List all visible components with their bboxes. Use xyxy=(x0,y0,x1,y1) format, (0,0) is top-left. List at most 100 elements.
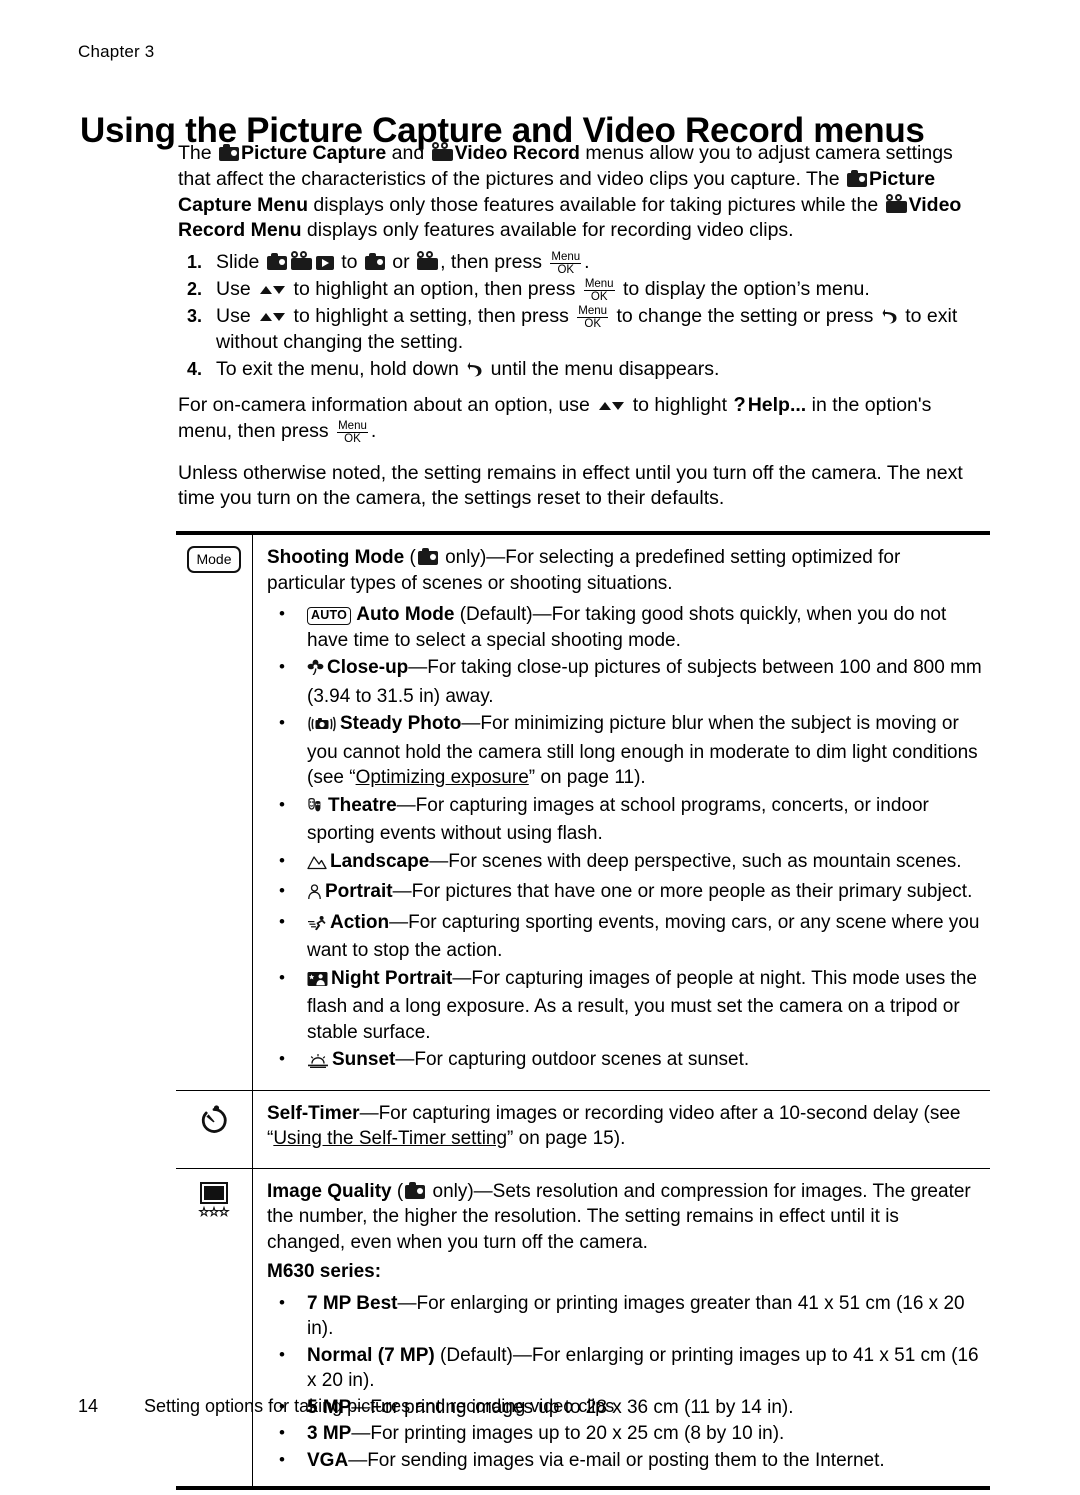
list-item-portrait: Portrait—For pictures that have one or m… xyxy=(267,878,982,908)
step-4: 4. To exit the menu, hold down until the… xyxy=(178,357,990,383)
body-column: The Picture Capture and Video Record men… xyxy=(178,141,990,518)
step-4-number: 4. xyxy=(186,358,202,379)
list-item-sunset: Sunset—For capturing outdoor scenes at s… xyxy=(267,1046,982,1076)
sunset-text: —For capturing outdoor scenes at sunset. xyxy=(395,1049,750,1070)
image-quality-suffix-a: ( xyxy=(391,1180,404,1202)
menu-ok-button-icon: Menu OK xyxy=(583,278,615,303)
night-portrait-icon xyxy=(307,969,328,995)
table-row-image-quality: Image Quality ( only)—Sets resolution an… xyxy=(176,1168,990,1487)
step-3-text-c: to change the setting or press xyxy=(611,305,879,328)
back-arrow-icon xyxy=(881,307,898,324)
optimizing-exposure-link[interactable]: Optimizing exposure xyxy=(356,767,529,788)
close-up-flower-icon xyxy=(307,658,324,684)
self-timer-setting-link[interactable]: Using the Self-Timer setting xyxy=(273,1128,507,1149)
question-mark-icon: ? xyxy=(733,393,746,416)
step-2-number: 2. xyxy=(186,279,202,300)
picture-capture-icon xyxy=(219,144,240,161)
auto-badge-icon: AUTO xyxy=(307,606,351,625)
video-record-menu-icon xyxy=(885,193,907,213)
step-1-text-e: . xyxy=(584,251,590,274)
image-quality-body: Image Quality ( only)—Sets resolution an… xyxy=(253,1169,990,1487)
table-row-self-timer: Self-Timer—For capturing images or recor… xyxy=(176,1090,990,1169)
camera-icon xyxy=(364,253,385,271)
image-quality-title: Image Quality xyxy=(267,1180,392,1202)
quality-7mp-best-text: —For enlarging or printing images greate… xyxy=(307,1292,965,1340)
footer-text: Setting options for taking pictures and … xyxy=(144,1396,615,1416)
step-2-text-c: to display the option’s menu. xyxy=(617,278,870,301)
steady-photo-name: Steady Photo xyxy=(340,713,462,734)
action-name: Action xyxy=(330,911,390,933)
auto-mode-name: Auto Mode xyxy=(356,604,455,625)
procedure-steps: 1. Slide to or , then press Menu OK. 2. U… xyxy=(178,250,990,383)
step-1-text-c: or xyxy=(386,251,416,274)
footer-page-number: 14 xyxy=(78,1396,99,1416)
menu-ok-bottom: OK xyxy=(584,318,601,331)
intro-paragraph: The Picture Capture and Video Record men… xyxy=(178,141,990,244)
portrait-text: —For pictures that have one or more peop… xyxy=(392,881,973,902)
defaults-paragraph: Unless otherwise noted, the setting rema… xyxy=(178,461,963,510)
theatre-text: —For capturing images at school programs… xyxy=(307,794,929,845)
action-text: —For capturing sporting events, moving c… xyxy=(307,911,980,962)
up-down-arrows-icon xyxy=(597,394,625,410)
sunset-name: Sunset xyxy=(332,1049,396,1070)
help-text-b: to highlight xyxy=(627,393,733,416)
list-item-vga: VGA—For sending images via e-mail or pos… xyxy=(267,1447,982,1474)
step-3-number: 3. xyxy=(186,306,202,327)
steady-photo-text2: ” on page 11). xyxy=(528,767,646,788)
quality-7mp-best-name: 7 MP Best xyxy=(307,1292,398,1314)
menu-ok-top: Menu xyxy=(550,251,582,265)
intro-text-a: The xyxy=(178,142,218,164)
shooting-mode-description: Shooting Mode ( only)—For selecting a pr… xyxy=(267,545,982,596)
list-item-normal-7mp: Normal (7 MP) (Default)—For enlarging or… xyxy=(267,1342,982,1394)
portrait-name: Portrait xyxy=(325,881,393,902)
self-timer-text2: ” on page 15). xyxy=(507,1128,626,1149)
menu-ok-bottom: OK xyxy=(557,264,575,277)
menu-ok-top: Menu xyxy=(577,305,609,319)
quality-vga-name: VGA xyxy=(307,1449,349,1471)
shooting-mode-title: Shooting Mode xyxy=(267,547,405,568)
picture-capture-menu-icon xyxy=(846,169,867,187)
close-up-text: —For taking close-up pictures of subject… xyxy=(307,657,982,707)
picture-capture-label: Picture Capture xyxy=(241,142,387,164)
intro-text-g: displays only those features available f… xyxy=(308,193,884,216)
step-2: 2. Use to highlight an option, then pres… xyxy=(178,277,990,303)
image-quality-icon xyxy=(193,1181,235,1226)
landscape-mountain-icon xyxy=(307,852,327,878)
help-menu-label: Help... xyxy=(747,393,807,416)
settings-table: Mode Shooting Mode ( only)—For selecting… xyxy=(176,531,990,1490)
list-item-7mp-best: 7 MP Best—For enlarging or printing imag… xyxy=(267,1290,982,1342)
night-portrait-name: Night Portrait xyxy=(331,967,453,989)
menu-ok-button-icon: Menu OK xyxy=(337,420,368,445)
picture-capture-icon xyxy=(405,1181,426,1199)
landscape-text: —For scenes with deep perspective, such … xyxy=(429,850,962,872)
image-quality-description: Image Quality ( only)—Sets resolution an… xyxy=(267,1179,982,1256)
portrait-person-icon xyxy=(307,882,322,908)
picture-capture-icon xyxy=(417,548,438,565)
menu-ok-button-icon: Menu OK xyxy=(577,305,609,331)
mode-key-icon: Mode xyxy=(187,546,241,573)
shooting-mode-suffix-a: ( xyxy=(404,547,416,568)
video-icon xyxy=(290,251,312,271)
step-1-text-b: to xyxy=(335,251,363,274)
sunset-icon xyxy=(307,1050,329,1076)
image-quality-icon-cell xyxy=(176,1168,253,1486)
self-timer-title: Self-Timer xyxy=(267,1102,360,1124)
theatre-name: Theatre xyxy=(328,794,397,816)
step-4-text-b: until the menu disappears. xyxy=(485,357,720,380)
list-item-auto-mode: AUTO Auto Mode (Default)—For taking good… xyxy=(267,601,982,653)
intro-text-c: and xyxy=(386,142,430,164)
menu-ok-button-icon: Menu OK xyxy=(550,251,582,277)
quality-vga-text: —For sending images via e-mail or postin… xyxy=(348,1449,885,1471)
shooting-mode-body: Shooting Mode ( only)—For selecting a pr… xyxy=(253,535,990,1090)
table-row-shooting-mode: Mode Shooting Mode ( only)—For selecting… xyxy=(176,535,990,1091)
intro-text-i: displays only features available for rec… xyxy=(301,219,794,242)
theatre-masks-icon xyxy=(307,796,325,822)
page-footer: 14 Setting options for taking pictures an… xyxy=(78,1396,614,1417)
self-timer-body: Self-Timer—For capturing images or recor… xyxy=(253,1091,990,1168)
self-timer-icon-cell xyxy=(176,1090,253,1168)
menu-ok-top: Menu xyxy=(337,419,368,433)
image-quality-bullets: 7 MP Best—For enlarging or printing imag… xyxy=(267,1290,982,1474)
up-down-arrows-icon xyxy=(258,305,286,322)
quality-3mp-name: 3 MP xyxy=(307,1423,352,1444)
step-3-text-a: Use xyxy=(216,305,257,328)
